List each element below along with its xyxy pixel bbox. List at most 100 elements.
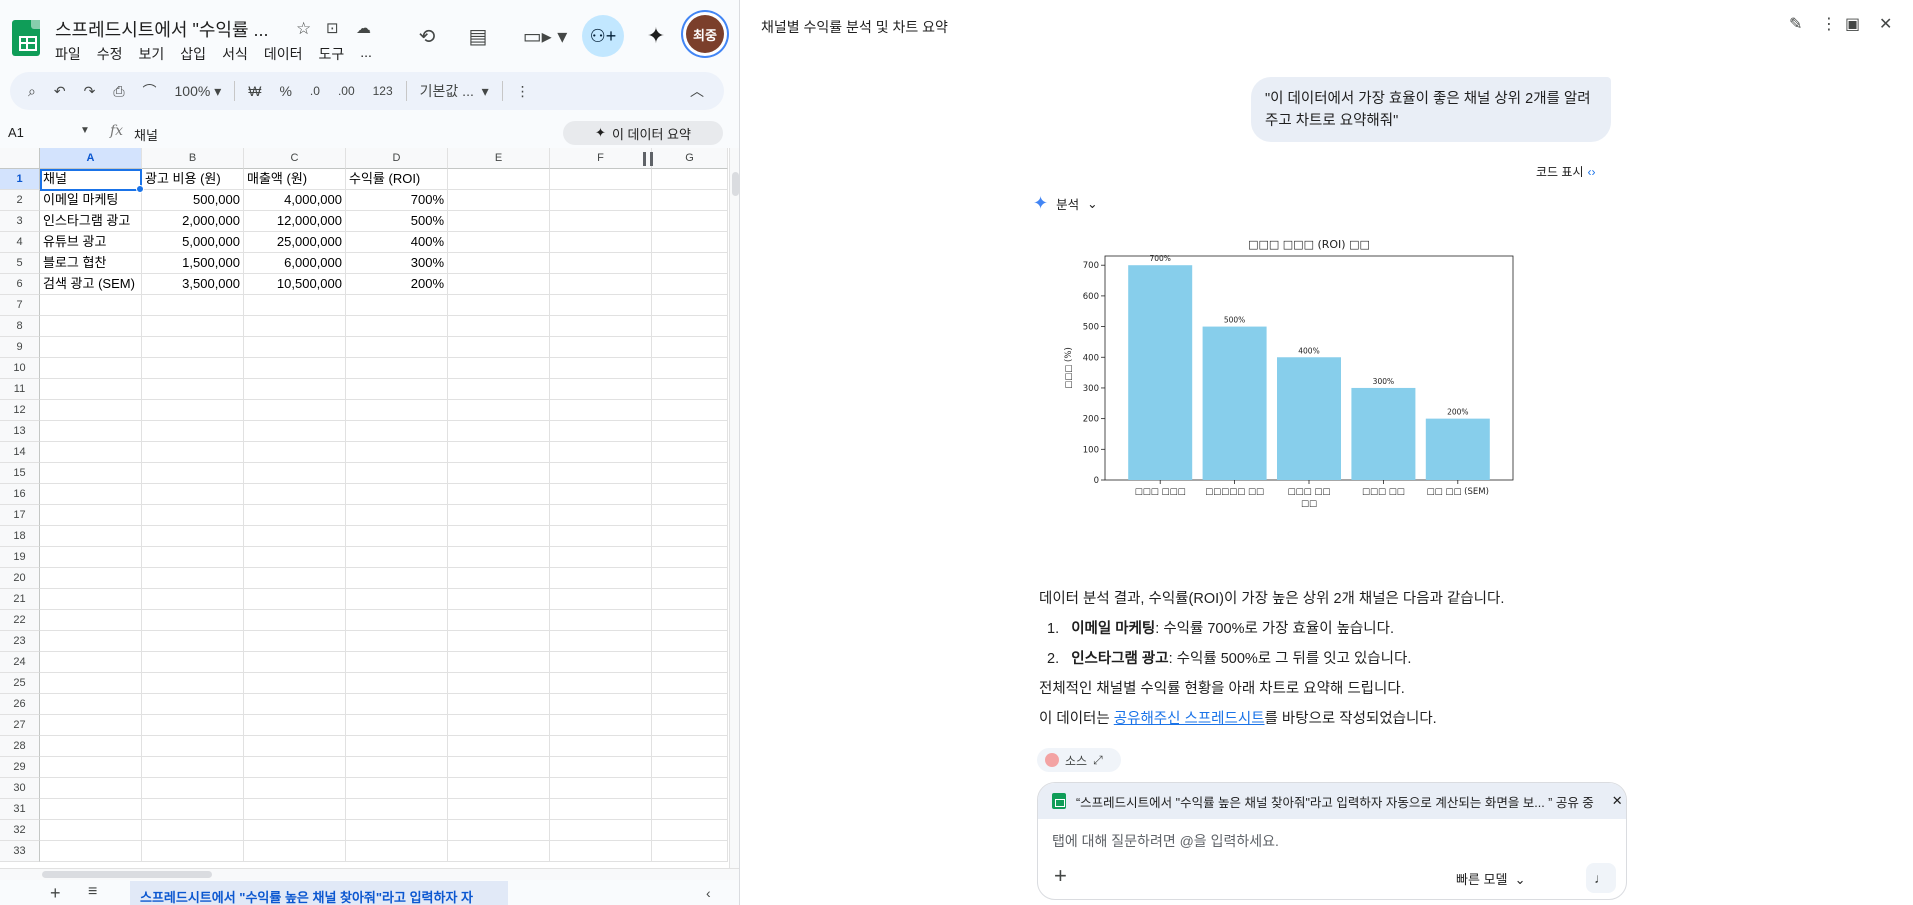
cell[interactable]: [550, 736, 652, 757]
cell[interactable]: [448, 484, 550, 505]
cell[interactable]: [244, 526, 346, 547]
cell[interactable]: [244, 505, 346, 526]
cell[interactable]: [346, 841, 448, 862]
cell[interactable]: [40, 295, 142, 316]
cell[interactable]: 1,500,000: [142, 253, 244, 274]
cell[interactable]: [550, 400, 652, 421]
cell[interactable]: [550, 841, 652, 862]
more-formats-button[interactable]: 123: [373, 84, 393, 98]
cell[interactable]: [652, 841, 728, 862]
column-header[interactable]: C: [244, 148, 346, 169]
column-header[interactable]: G: [652, 148, 728, 169]
star-icon[interactable]: ☆: [296, 19, 311, 39]
cell[interactable]: [652, 505, 728, 526]
cell[interactable]: [652, 337, 728, 358]
row-header[interactable]: 9: [0, 337, 40, 358]
cell[interactable]: [652, 274, 728, 295]
cell[interactable]: [346, 547, 448, 568]
all-sheets-icon[interactable]: ≡: [88, 883, 97, 901]
row-header[interactable]: 30: [0, 778, 40, 799]
cell[interactable]: [346, 715, 448, 736]
cell[interactable]: [346, 736, 448, 757]
cell[interactable]: 인스타그램 광고: [40, 211, 142, 232]
cell[interactable]: [550, 274, 652, 295]
sources-chip[interactable]: 소스 ⤢: [1037, 748, 1121, 772]
cell[interactable]: [40, 379, 142, 400]
cell[interactable]: 3,500,000: [142, 274, 244, 295]
cell[interactable]: [244, 694, 346, 715]
cell[interactable]: [652, 463, 728, 484]
cell[interactable]: [346, 673, 448, 694]
column-header[interactable]: E: [448, 148, 550, 169]
cell[interactable]: [346, 652, 448, 673]
cell[interactable]: [550, 799, 652, 820]
cell[interactable]: [142, 715, 244, 736]
more-options-icon[interactable]: ⋮: [516, 83, 530, 100]
more-vert-icon[interactable]: ⋮: [1821, 14, 1837, 34]
cell[interactable]: [448, 778, 550, 799]
cell[interactable]: [550, 820, 652, 841]
cell[interactable]: 700%: [346, 190, 448, 211]
cell[interactable]: [40, 337, 142, 358]
cell[interactable]: [244, 400, 346, 421]
row-header[interactable]: 12: [0, 400, 40, 421]
cell[interactable]: [652, 631, 728, 652]
cell[interactable]: [346, 568, 448, 589]
cell[interactable]: [244, 631, 346, 652]
cell[interactable]: [652, 421, 728, 442]
cell[interactable]: [346, 442, 448, 463]
cell[interactable]: [346, 631, 448, 652]
cell[interactable]: [652, 568, 728, 589]
column-header[interactable]: F: [550, 148, 652, 169]
cell[interactable]: [346, 463, 448, 484]
cell[interactable]: [346, 316, 448, 337]
cell[interactable]: [142, 778, 244, 799]
close-icon[interactable]: ✕: [1612, 793, 1623, 809]
cell[interactable]: [142, 505, 244, 526]
cell[interactable]: [550, 526, 652, 547]
cell[interactable]: [346, 757, 448, 778]
cell[interactable]: 6,000,000: [244, 253, 346, 274]
cell[interactable]: [346, 505, 448, 526]
scroll-thumb[interactable]: [42, 871, 212, 878]
menu-item[interactable]: 보기: [139, 44, 173, 64]
cell[interactable]: [652, 694, 728, 715]
cell[interactable]: [244, 547, 346, 568]
cell[interactable]: [244, 589, 346, 610]
cell[interactable]: [142, 337, 244, 358]
row-header[interactable]: 32: [0, 820, 40, 841]
cell[interactable]: [244, 736, 346, 757]
menu-item[interactable]: 수정: [97, 44, 131, 64]
cell[interactable]: [550, 631, 652, 652]
cell[interactable]: 500,000: [142, 190, 244, 211]
cell[interactable]: [244, 295, 346, 316]
cell[interactable]: [448, 610, 550, 631]
cell[interactable]: [40, 715, 142, 736]
cell[interactable]: 광고 비용 (원): [142, 169, 244, 190]
cell[interactable]: 유튜브 광고: [40, 232, 142, 253]
cell[interactable]: [346, 799, 448, 820]
cell[interactable]: [142, 421, 244, 442]
cell[interactable]: [652, 673, 728, 694]
collapse-menu-icon[interactable]: ︿: [690, 81, 704, 101]
cell[interactable]: [652, 547, 728, 568]
cell[interactable]: [652, 169, 728, 190]
cell[interactable]: [550, 694, 652, 715]
row-header[interactable]: 3: [0, 211, 40, 232]
cell[interactable]: [652, 736, 728, 757]
cell[interactable]: [652, 442, 728, 463]
scroll-thumb[interactable]: [732, 172, 739, 196]
cell[interactable]: [448, 799, 550, 820]
sheet-tab[interactable]: 스프레드시트에서 "수익률 높은 채널 찾아줘"라고 입력하자 자: [130, 881, 508, 905]
gemini-icon[interactable]: ✦: [638, 18, 674, 54]
cell[interactable]: [550, 652, 652, 673]
cell[interactable]: [448, 505, 550, 526]
cell[interactable]: [652, 253, 728, 274]
share-button[interactable]: ⚇+: [582, 15, 624, 57]
cell[interactable]: [142, 631, 244, 652]
cell[interactable]: [550, 778, 652, 799]
cell[interactable]: 검색 광고 (SEM): [40, 274, 142, 295]
analysis-toggle[interactable]: ✦ 분석 ⌄: [1033, 193, 1098, 214]
cell[interactable]: [142, 316, 244, 337]
cell[interactable]: 블로그 협찬: [40, 253, 142, 274]
